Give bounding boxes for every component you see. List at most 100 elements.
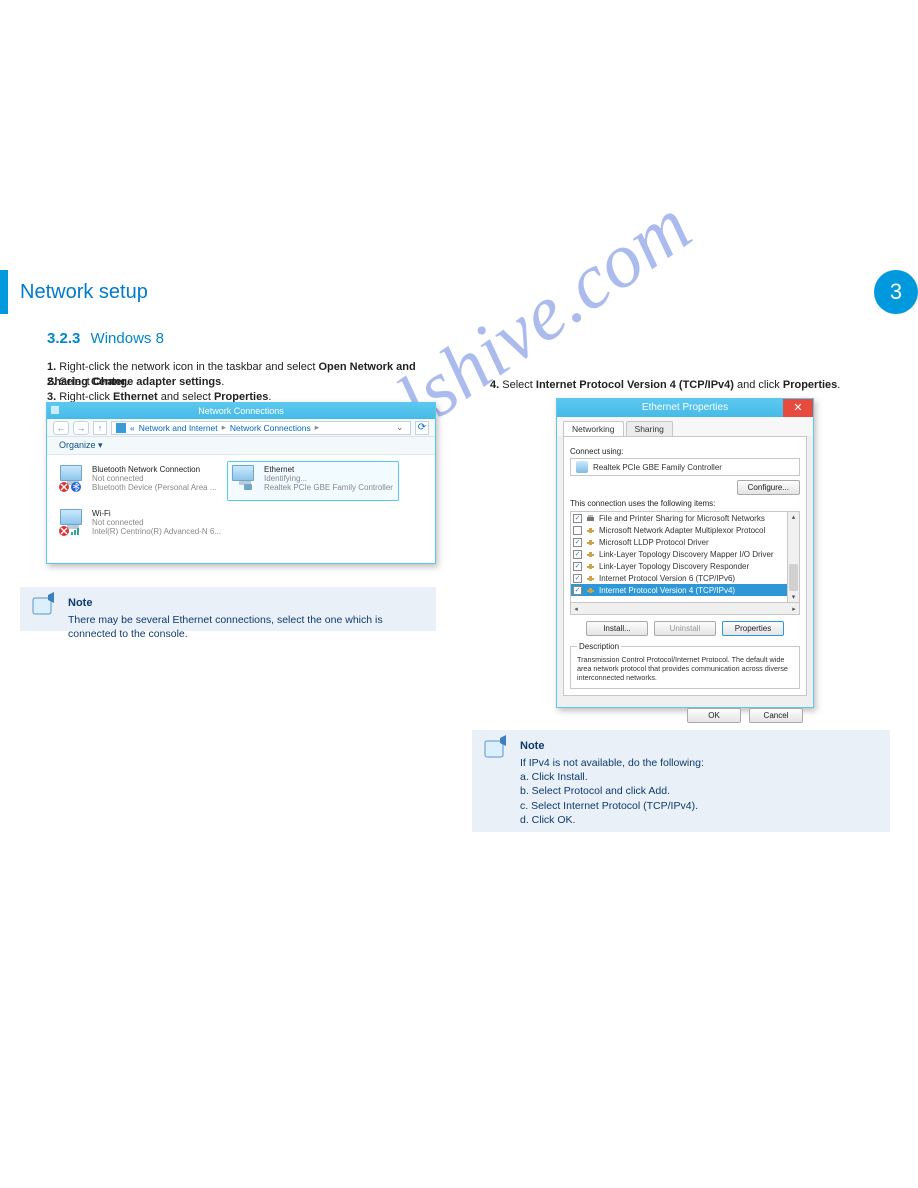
ep-tabs: Networking Sharing <box>557 417 813 436</box>
proto-icon <box>586 526 595 535</box>
breadcrumb-item[interactable]: Network and Internet <box>139 423 218 433</box>
component-label: Microsoft LLDP Protocol Driver <box>599 538 709 547</box>
ep-titlebar[interactable]: Ethernet Properties ✕ <box>557 399 813 417</box>
ep-title: Ethernet Properties <box>642 402 728 413</box>
tab-sharing[interactable]: Sharing <box>626 421 673 436</box>
breadcrumb-item[interactable]: Network Connections <box>230 423 311 433</box>
connection-status: Not connected <box>92 518 221 527</box>
note-line: a. Click Install. <box>520 770 878 784</box>
connection-status: Not connected <box>92 474 217 483</box>
ok-button[interactable]: OK <box>687 708 741 723</box>
connection-desc: Realtek PCIe GBE Family Controller <box>264 483 393 492</box>
connection-desc: Intel(R) Centrino(R) Advanced-N 6... <box>92 527 221 536</box>
proto-icon <box>586 586 595 595</box>
checkbox[interactable]: ✓ <box>573 574 582 583</box>
checkbox[interactable]: ✓ <box>573 538 582 547</box>
note-line: c. Select Internet Protocol (TCP/IPv4). <box>520 799 878 813</box>
breadcrumb-drop[interactable]: ⌄ <box>396 422 406 433</box>
component-row[interactable]: ✓ Link-Layer Topology Discovery Mapper I/… <box>571 548 787 560</box>
connection-item-ethernet[interactable]: Ethernet Identifying... Realtek PCIe GBE… <box>227 461 399 501</box>
adapter-name: Realtek PCIe GBE Family Controller <box>593 463 722 472</box>
back-button[interactable]: ← <box>53 421 69 435</box>
checkbox[interactable]: ✓ <box>573 562 582 571</box>
nc-body: Bluetooth Network Connection Not connect… <box>47 455 435 551</box>
component-row[interactable]: ✓ Microsoft LLDP Protocol Driver <box>571 536 787 548</box>
connection-item-wifi[interactable]: Wi-Fi Not connected Intel(R) Centrino(R)… <box>55 505 227 545</box>
nc-toolbar: Organize ▾ <box>47 437 435 455</box>
component-label: Microsoft Network Adapter Multiplexor Pr… <box>599 526 765 535</box>
organize-menu[interactable]: Organize ▾ <box>59 440 103 451</box>
connection-item-bluetooth[interactable]: Bluetooth Network Connection Not connect… <box>55 461 227 501</box>
vertical-scrollbar[interactable]: ▴ ▾ <box>787 512 799 602</box>
nc-navbar: ← → ↑ « Network and Internet ▸ Network C… <box>47 419 435 437</box>
breadcrumb-sep: ▸ <box>315 422 319 433</box>
section-number: 3.2.3 <box>47 330 80 347</box>
refresh-button[interactable]: ⟳ <box>415 421 429 435</box>
connection-status: Identifying... <box>264 474 393 483</box>
note-icon <box>30 591 58 617</box>
x-badge-icon <box>58 481 70 493</box>
proto-icon <box>586 574 595 583</box>
scroll-thumb[interactable] <box>789 564 798 591</box>
forward-button[interactable]: → <box>73 421 89 435</box>
ethernet-properties-window: Ethernet Properties ✕ Networking Sharing… <box>556 398 814 708</box>
component-row[interactable]: ✓ Internet Protocol Version 4 (TCP/IPv4) <box>571 584 787 596</box>
note-text: If IPv4 is not available, do the followi… <box>520 756 878 827</box>
page-title: Network setup <box>20 281 148 304</box>
page-header: Network setup 3 <box>0 270 918 314</box>
horizontal-scrollbar[interactable]: ◂ ▸ <box>570 603 800 615</box>
adapter-field[interactable]: Realtek PCIe GBE Family Controller <box>570 458 800 476</box>
note-text: There may be several Ethernet connection… <box>68 613 424 641</box>
note-box-1: Note There may be several Ethernet conne… <box>20 587 436 631</box>
properties-button[interactable]: Properties <box>722 621 784 636</box>
tab-networking[interactable]: Networking <box>563 421 624 436</box>
checkbox[interactable] <box>573 526 582 535</box>
breadcrumb[interactable]: « Network and Internet ▸ Network Connect… <box>111 421 411 435</box>
connection-name: Wi-Fi <box>92 509 221 518</box>
monitor-icon <box>60 465 86 491</box>
component-label: Link-Layer Topology Discovery Responder <box>599 562 749 571</box>
note-line: b. Select Protocol and click Add. <box>520 784 878 798</box>
checkbox[interactable]: ✓ <box>573 550 582 559</box>
close-button[interactable]: ✕ <box>783 399 813 417</box>
configure-button[interactable]: Configure... <box>737 480 800 495</box>
cancel-button[interactable]: Cancel <box>749 708 803 723</box>
components-list[interactable]: ✓File and Printer Sharing for Microsoft … <box>570 511 800 603</box>
connection-name: Bluetooth Network Connection <box>92 465 217 474</box>
component-row[interactable]: ✓ Link-Layer Topology Discovery Responder <box>571 560 787 572</box>
proto-icon <box>586 538 595 547</box>
scroll-up-icon[interactable]: ▴ <box>788 512 799 522</box>
connection-desc: Bluetooth Device (Personal Area ... <box>92 483 217 492</box>
component-row[interactable]: ✓File and Printer Sharing for Microsoft … <box>571 512 787 524</box>
location-icon <box>116 423 126 433</box>
printer-icon <box>586 514 595 523</box>
proto-icon <box>586 550 595 559</box>
checkbox[interactable]: ✓ <box>573 514 582 523</box>
connection-name: Ethernet <box>264 465 393 474</box>
breadcrumb-sep: ▸ <box>222 422 226 433</box>
component-row[interactable]: Microsoft Network Adapter Multiplexor Pr… <box>571 524 787 536</box>
note-icon <box>482 734 510 760</box>
install-button[interactable]: Install... <box>586 621 648 636</box>
scroll-down-icon[interactable]: ▾ <box>788 592 799 602</box>
component-label: Internet Protocol Version 4 (TCP/IPv4) <box>599 586 735 595</box>
section-heading: 3.2.3 Windows 8 <box>47 330 164 347</box>
instruction-step-4: 4. Select Internet Protocol Version 4 (T… <box>490 378 842 393</box>
network-connections-window: Network Connections ← → ↑ « Network and … <box>46 402 436 564</box>
note-line: If IPv4 is not available, do the followi… <box>520 756 878 770</box>
up-button[interactable]: ↑ <box>93 421 107 435</box>
uses-items-label: This connection uses the following items… <box>570 499 800 508</box>
nc-titlebar[interactable]: Network Connections <box>47 403 435 419</box>
component-row[interactable]: ✓Internet Protocol Version 6 (TCP/IPv6) <box>571 572 787 584</box>
component-label: Link-Layer Topology Discovery Mapper I/O… <box>599 550 774 559</box>
breadcrumb-prefix: « <box>130 423 135 433</box>
scroll-left-icon[interactable]: ◂ <box>571 605 581 613</box>
proto-icon <box>586 562 595 571</box>
checkbox[interactable]: ✓ <box>573 586 582 595</box>
monitor-icon <box>60 509 86 535</box>
adapter-icon <box>576 461 588 473</box>
plug-icon <box>242 481 254 493</box>
connect-using-label: Connect using: <box>570 447 800 456</box>
wifi-bars-icon <box>70 525 82 537</box>
scroll-right-icon[interactable]: ▸ <box>789 605 799 613</box>
